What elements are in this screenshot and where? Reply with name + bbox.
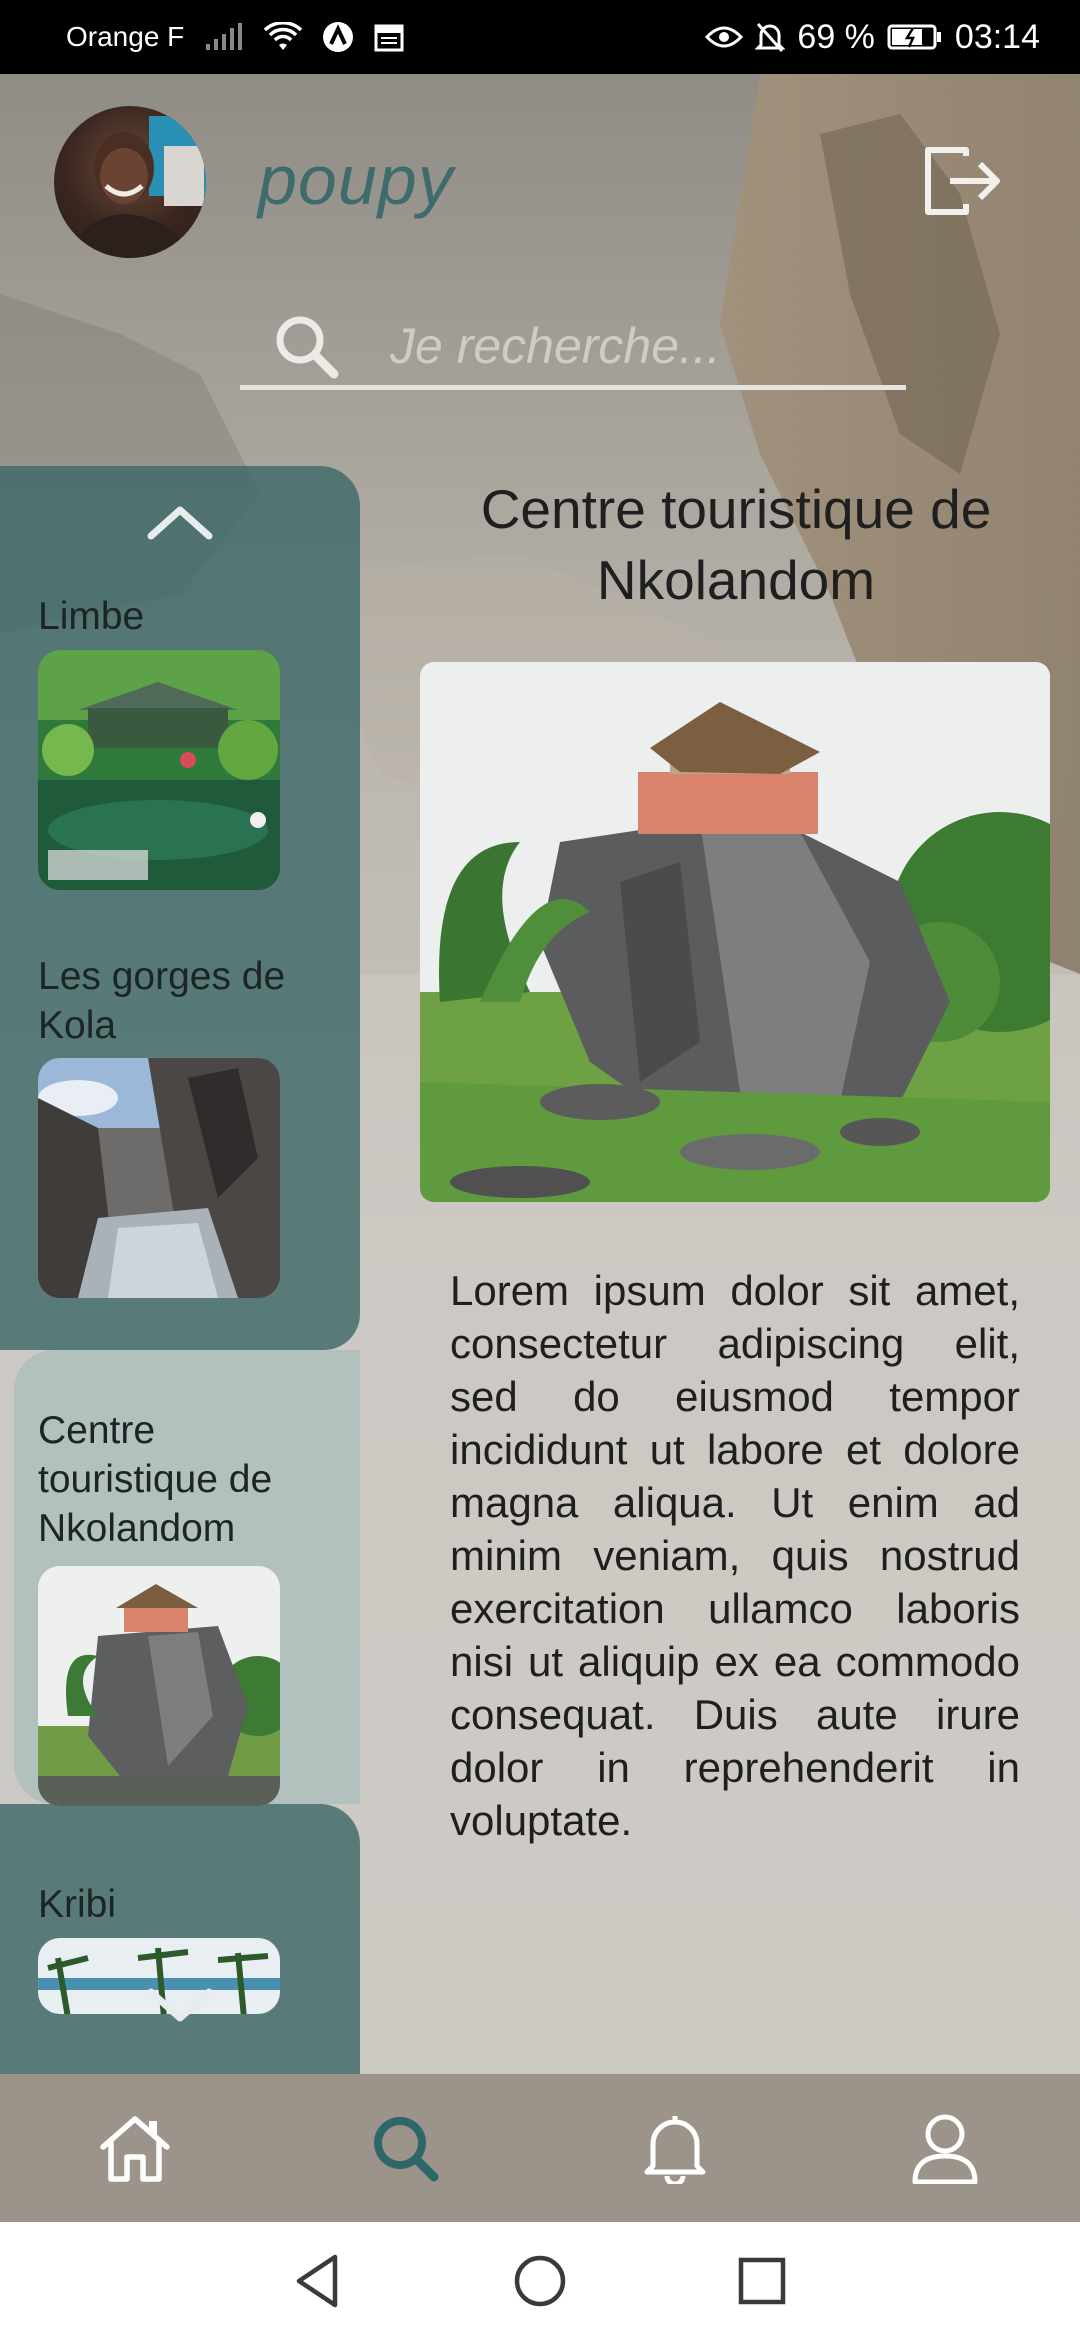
app-notification-icon — [323, 22, 354, 52]
username: poupy — [258, 141, 454, 219]
recents-icon[interactable] — [737, 2256, 787, 2306]
avatar[interactable] — [54, 106, 206, 258]
place-item-label[interactable]: Les gorges de Kola — [38, 952, 360, 1050]
user-icon — [912, 2114, 978, 2184]
back-icon[interactable] — [293, 2253, 343, 2309]
place-item-thumbnail-selected[interactable] — [38, 1566, 280, 1806]
place-item-label-selected[interactable]: Centre touristique de Nkolandom — [38, 1406, 328, 1553]
home-icon — [100, 2116, 170, 2182]
eye-icon — [705, 26, 744, 48]
place-item-thumbnail[interactable] — [38, 1058, 280, 1298]
place-detail-description: Lorem ipsum dolor sit amet, consectetur … — [450, 1267, 1020, 1844]
clock: 03:14 — [954, 17, 1040, 56]
nav-search-button[interactable] — [355, 2098, 455, 2198]
nav-profile-button[interactable] — [895, 2098, 995, 2198]
wifi-icon — [264, 22, 303, 50]
nav-notifications-button[interactable] — [625, 2098, 725, 2198]
battery-icon — [887, 24, 941, 50]
place-detail-title: Centre touristique de Nkolandom — [480, 478, 992, 611]
carrier-label: Orange F — [66, 21, 185, 52]
search-icon — [374, 2117, 439, 2182]
bell-icon — [644, 2116, 706, 2184]
bottom-navigation — [0, 2074, 1080, 2222]
place-item-label[interactable]: Limbe — [38, 592, 144, 641]
place-item-label[interactable]: Kribi — [38, 1880, 116, 1929]
search-icon — [276, 316, 339, 379]
chevron-down-icon[interactable] — [145, 1986, 215, 2026]
mute-bell-icon — [755, 23, 786, 52]
search-bar[interactable] — [240, 304, 906, 390]
home-circle-icon[interactable] — [513, 2254, 567, 2308]
system-navigation-bar — [0, 2222, 1080, 2340]
signal-icon — [206, 23, 243, 50]
nav-home-button[interactable] — [85, 2098, 185, 2198]
search-input[interactable] — [390, 312, 890, 380]
place-detail-image — [420, 662, 1050, 1202]
battery-percent: 69 % — [797, 17, 875, 56]
status-bar: Orange F 69 % 03:14 — [0, 0, 1080, 74]
calendar-icon — [374, 24, 404, 52]
logout-button[interactable] — [920, 146, 1004, 216]
app-screen: poupy Limbe — [0, 74, 1080, 2074]
place-item-thumbnail[interactable] — [38, 650, 280, 890]
logout-icon — [925, 147, 1000, 215]
places-sidebar[interactable]: Limbe Les gorges de Kola Centre touristi… — [0, 466, 360, 2074]
chevron-up-icon[interactable] — [145, 502, 215, 542]
